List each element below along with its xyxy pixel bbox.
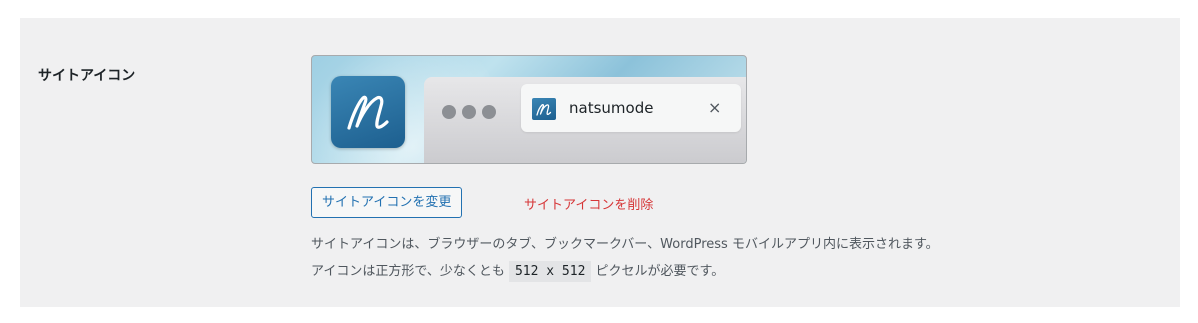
window-dot-icon <box>462 105 476 119</box>
description-line-1: サイトアイコンは、ブラウザーのタブ、ブックマークバー、WordPress モバイ… <box>311 237 939 252</box>
change-site-icon-button[interactable]: サイトアイコンを変更 <box>311 187 463 218</box>
browser-tab: natsumode × <box>521 84 741 132</box>
site-icon-description: サイトアイコンは、ブラウザーのタブ、ブックマークバー、WordPress モバイ… <box>311 231 939 285</box>
window-dot-icon <box>482 105 496 119</box>
tab-favicon-icon <box>532 98 556 120</box>
site-icon-preview: natsumode × <box>311 55 747 164</box>
window-dot-icon <box>442 105 456 119</box>
favicon-logo-icon <box>536 103 552 116</box>
tab-site-title: natsumode <box>569 99 654 117</box>
site-logo-icon <box>347 95 389 130</box>
description-prefix: アイコンは正方形で、少なくとも <box>311 264 509 279</box>
remove-site-icon-button[interactable]: サイトアイコンを削除 <box>524 194 653 213</box>
tab-close-icon: × <box>708 98 722 117</box>
window-controls <box>442 105 496 119</box>
app-icon-preview <box>331 76 405 148</box>
site-icon-label: サイトアイコン <box>38 68 136 84</box>
icon-size-code: 512 x 512 <box>508 261 592 282</box>
description-suffix: ピクセルが必要です。 <box>591 264 725 279</box>
site-icon-settings-panel: サイトアイコン natsumode × サイトアイコンを変更 サイトアイコンを削… <box>20 18 1180 307</box>
browser-mockup: natsumode × <box>424 77 746 163</box>
description-line-2: アイコンは正方形で、少なくとも 512 x 512 ピクセルが必要です。 <box>311 258 939 285</box>
